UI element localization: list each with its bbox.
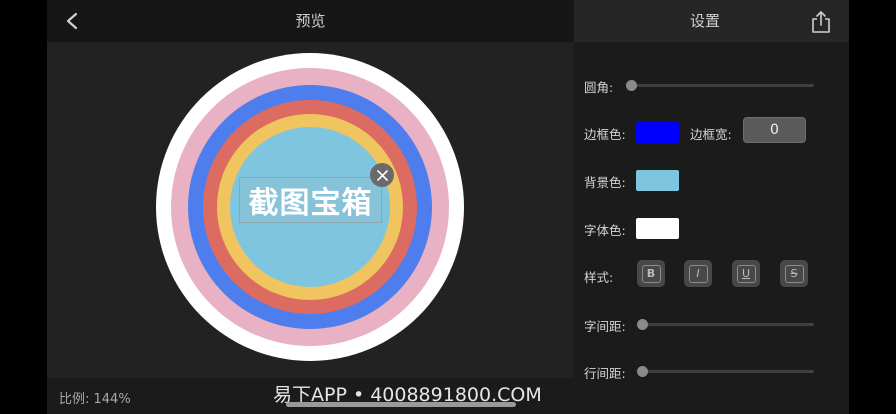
settings-header: 设置 xyxy=(574,0,849,42)
border-color-label: 边框色: xyxy=(584,127,626,142)
slider-thumb[interactable] xyxy=(637,319,648,330)
italic-icon: I xyxy=(688,264,708,283)
close-icon xyxy=(376,169,388,181)
slider-track xyxy=(626,84,814,87)
home-indicator[interactable] xyxy=(286,402,516,407)
background-color-swatch[interactable] xyxy=(636,170,679,191)
strikethrough-button[interactable]: S xyxy=(780,260,808,287)
slider-track xyxy=(637,323,814,326)
scale-label: 比例: 144% xyxy=(59,392,131,407)
settings-pane: 设置 圆角: 边框色: 边框宽: 0 背景色: 字体色: 样式: B I U S… xyxy=(574,0,849,414)
preview-canvas[interactable]: 截图宝箱 xyxy=(47,42,574,378)
slider-track xyxy=(637,370,814,373)
share-icon xyxy=(812,11,830,33)
back-button[interactable] xyxy=(57,6,87,36)
background-color-label: 背景色: xyxy=(584,175,626,190)
border-width-input[interactable]: 0 xyxy=(743,117,806,143)
corner-radius-slider[interactable] xyxy=(626,79,814,91)
remove-text-button[interactable] xyxy=(370,163,394,187)
style-label: 样式: xyxy=(584,270,614,285)
italic-button[interactable]: I xyxy=(684,260,712,287)
bold-button[interactable]: B xyxy=(637,260,665,287)
preview-title: 预览 xyxy=(295,12,326,30)
font-color-label: 字体色: xyxy=(584,223,626,238)
chevron-left-icon xyxy=(66,12,78,30)
preview-header: 预览 xyxy=(47,0,574,42)
line-spacing-slider[interactable] xyxy=(637,365,814,377)
settings-title: 设置 xyxy=(689,12,720,30)
app-window: 预览 截图宝箱 比例: 144% 设置 圆角: 边框色: 边框宽: 0 背景色:… xyxy=(47,0,849,414)
corner-radius-label: 圆角: xyxy=(584,80,614,95)
letter-spacing-slider[interactable] xyxy=(637,318,814,330)
overlay-text: 截图宝箱 xyxy=(248,186,373,221)
underline-button[interactable]: U xyxy=(732,260,760,287)
font-color-swatch[interactable] xyxy=(636,218,679,239)
preview-pane: 预览 截图宝箱 比例: 144% xyxy=(47,0,574,414)
underline-icon: U xyxy=(736,264,756,283)
line-spacing-label: 行间距: xyxy=(584,366,626,381)
border-color-swatch[interactable] xyxy=(636,122,679,143)
slider-thumb[interactable] xyxy=(637,366,648,377)
letter-spacing-label: 字间距: xyxy=(584,319,626,334)
share-button[interactable] xyxy=(809,9,833,35)
text-selection-box[interactable]: 截图宝箱 xyxy=(239,177,382,223)
bold-icon: B xyxy=(641,264,661,283)
slider-thumb[interactable] xyxy=(626,80,637,91)
strikethrough-icon: S xyxy=(784,264,804,283)
border-width-label: 边框宽: xyxy=(690,127,732,142)
